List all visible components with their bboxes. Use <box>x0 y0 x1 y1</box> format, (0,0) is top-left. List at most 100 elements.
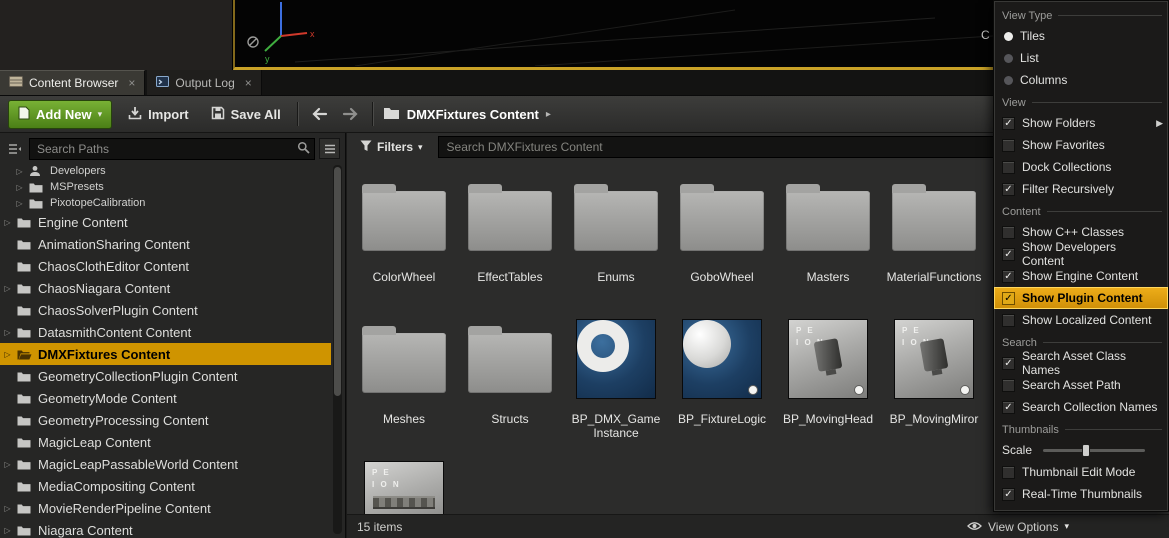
sources-toggle-icon[interactable] <box>4 138 25 159</box>
tree-item-engine-content[interactable]: ▷Engine Content <box>0 211 331 233</box>
add-new-button[interactable]: Add New ▾ <box>8 100 112 129</box>
paths-search-input[interactable] <box>29 138 315 160</box>
view-options-button[interactable]: View Options ▾ <box>961 519 1075 535</box>
expander-icon[interactable]: ▷ <box>3 328 12 337</box>
save-all-button[interactable]: Save All <box>205 102 287 127</box>
back-button[interactable] <box>308 105 330 123</box>
blueprint-thumbnail: P EI O N <box>894 319 974 399</box>
tree-item-label: ChaosClothEditor Content <box>38 259 189 274</box>
asset-bp-movinghead[interactable]: P EI O NBP_MovingHead <box>777 313 879 455</box>
checkbox-icon <box>1002 466 1015 479</box>
tree-item-geometryprocessing-content[interactable]: GeometryProcessing Content <box>0 409 331 431</box>
list-view-icon[interactable] <box>319 138 340 159</box>
slider-thumb[interactable] <box>1082 444 1090 457</box>
menu-item-scale[interactable]: Scale <box>994 439 1168 461</box>
folder-icon <box>17 459 33 470</box>
tree-item-mediacompositing-content[interactable]: MediaCompositing Content <box>0 475 331 497</box>
menu-item-search-asset-class-names[interactable]: ✓Search Asset Class Names <box>994 352 1168 374</box>
folder-thumbnail <box>574 191 658 251</box>
tab-content-browser[interactable]: Content Browser × <box>0 70 145 95</box>
filters-button[interactable]: Filters ▾ <box>354 139 429 156</box>
menu-item-tiles[interactable]: Tiles <box>994 25 1168 47</box>
menu-item-real-time-thumbnails[interactable]: ✓Real-Time Thumbnails <box>994 483 1168 505</box>
tree-item-geometrycollectionplugin-content[interactable]: GeometryCollectionPlugin Content <box>0 365 331 387</box>
menu-item-show-engine-content[interactable]: ✓Show Engine Content <box>994 265 1168 287</box>
breadcrumb-chevron-icon[interactable]: ▸ <box>546 109 551 120</box>
expander-icon[interactable]: ▷ <box>3 504 12 513</box>
tab-output-log[interactable]: Output Log × <box>147 70 261 95</box>
toolbar-separator <box>297 102 298 126</box>
expander-icon[interactable]: ▷ <box>3 460 12 469</box>
expander-icon[interactable]: ▷ <box>3 350 12 359</box>
asset-bp-dmx-game-instance[interactable]: BP_DMX_Game Instance <box>565 313 667 455</box>
tree-item-dmxfixtures-content[interactable]: ▷ DMXFixtures Content <box>0 343 331 365</box>
import-button[interactable]: Import <box>122 102 194 127</box>
menu-item-show-developers-content[interactable]: ✓Show Developers Content <box>994 243 1168 265</box>
scale-slider[interactable] <box>1043 449 1145 452</box>
tree-item-movierenderpipeline-content[interactable]: ▷MovieRenderPipeline Content <box>0 497 331 519</box>
tree-item-animationsharing-content[interactable]: AnimationSharing Content <box>0 233 331 255</box>
asset-materialfunctions[interactable]: MaterialFunctions <box>883 171 985 313</box>
menu-item-dock-collections[interactable]: Dock Collections <box>994 156 1168 178</box>
tree-item-label: MagicLeap Content <box>38 435 151 450</box>
tree-item-datasmithcontent-content[interactable]: ▷ DatasmithContent Content <box>0 321 331 343</box>
menu-item-show-plugin-content[interactable]: ✓Show Plugin Content <box>994 287 1168 309</box>
menu-item-thumbnail-edit-mode[interactable]: Thumbnail Edit Mode <box>994 461 1168 483</box>
asset-effecttables[interactable]: EffectTables <box>459 171 561 313</box>
asset-structs[interactable]: Structs <box>459 313 561 455</box>
close-icon[interactable]: × <box>245 76 252 90</box>
asset-colorwheel[interactable]: ColorWheel <box>353 171 455 313</box>
menu-item-search-asset-path[interactable]: Search Asset Path <box>994 374 1168 396</box>
folder-thumbnail <box>362 191 446 251</box>
menu-item-show-folders[interactable]: ✓Show Folders▶ <box>994 112 1168 134</box>
breadcrumb[interactable]: DMXFixtures Content ▸ <box>383 106 551 122</box>
menu-item-filter-recursively[interactable]: ✓Filter Recursively <box>994 178 1168 200</box>
expander-icon[interactable]: ▷ <box>15 183 24 192</box>
folder-icon <box>17 503 33 514</box>
folder-thumbnail <box>680 191 764 251</box>
asset-meshes[interactable]: Meshes <box>353 313 455 455</box>
asset-tile-partial[interactable]: P EI O N <box>353 455 455 514</box>
menu-item-columns[interactable]: Columns <box>994 69 1168 91</box>
tree-item-chaossolverplugin-content[interactable]: ChaosSolverPlugin Content <box>0 299 331 321</box>
tree-item-niagara-content[interactable]: ▷Niagara Content <box>0 519 331 538</box>
filter-funnel-icon <box>360 140 372 155</box>
asset-enums[interactable]: Enums <box>565 171 667 313</box>
asset-bp-movingmiror[interactable]: P EI O NBP_MovingMiror <box>883 313 985 455</box>
radio-icon <box>1004 76 1013 85</box>
folder-icon <box>17 437 33 448</box>
tree-item-chaosclotheditor-content[interactable]: ChaosClothEditor Content <box>0 255 331 277</box>
expander-icon[interactable]: ▷ <box>15 199 24 208</box>
folder-thumbnail <box>362 333 446 393</box>
expander-icon[interactable]: ▷ <box>3 526 12 535</box>
expander-icon[interactable]: ▷ <box>3 284 12 293</box>
tree-item-pixotopecalibration[interactable]: ▷PixotopeCalibration <box>0 195 331 211</box>
folder-thumbnail <box>892 191 976 251</box>
tree-item-mspresets[interactable]: ▷MSPresets <box>0 179 331 195</box>
menu-item-search-collection-names[interactable]: ✓Search Collection Names <box>994 396 1168 418</box>
toolbar-separator <box>372 102 373 126</box>
asset-masters[interactable]: Masters <box>777 171 879 313</box>
tree-item-label: Developers <box>50 165 106 177</box>
tree-item-label: DMXFixtures Content <box>38 347 170 362</box>
folder-icon <box>17 283 33 294</box>
tree-item-magicleap-content[interactable]: MagicLeap Content <box>0 431 331 453</box>
asset-bp-fixturelogic[interactable]: BP_FixtureLogic <box>671 313 773 455</box>
tree-scrollbar[interactable] <box>333 165 342 534</box>
tree-item-geometrymode-content[interactable]: GeometryMode Content <box>0 387 331 409</box>
asset-gobowheel[interactable]: GoboWheel <box>671 171 773 313</box>
expander-icon[interactable]: ▷ <box>15 167 24 176</box>
menu-item-list[interactable]: List <box>994 47 1168 69</box>
tree-item-label: DatasmithContent Content <box>38 325 191 340</box>
scrollbar-thumb[interactable] <box>334 167 341 396</box>
folder-open-icon <box>17 349 33 360</box>
menu-item-show-localized-content[interactable]: Show Localized Content <box>994 309 1168 331</box>
tree-item-developers[interactable]: ▷ Developers <box>0 163 331 179</box>
expander-icon[interactable]: ▷ <box>3 218 12 227</box>
close-icon[interactable]: × <box>128 76 135 90</box>
tree-item-chaosniagara-content[interactable]: ▷ChaosNiagara Content <box>0 277 331 299</box>
forward-button[interactable] <box>340 105 362 123</box>
tree-item-magicleappassableworld-content[interactable]: ▷MagicLeapPassableWorld Content <box>0 453 331 475</box>
save-icon <box>211 106 225 123</box>
menu-item-show-favorites[interactable]: Show Favorites <box>994 134 1168 156</box>
